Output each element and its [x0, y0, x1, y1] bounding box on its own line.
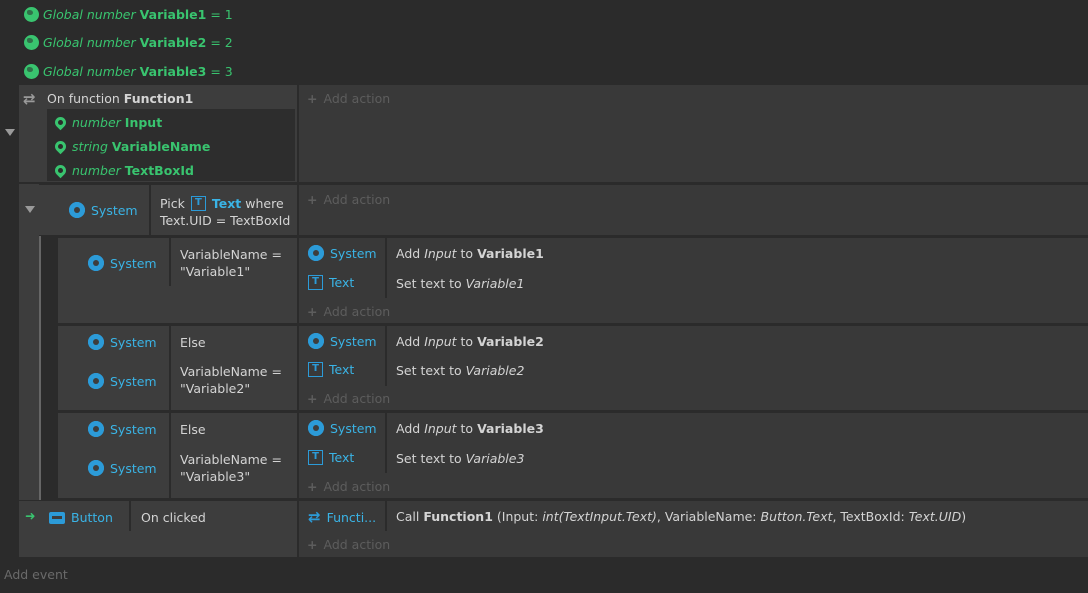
column-divider [169, 413, 171, 498]
action-system: System [308, 420, 377, 436]
collapse-arrow-icon[interactable] [5, 129, 15, 136]
column-divider [169, 326, 171, 410]
gear-icon [69, 202, 85, 218]
add-event-link[interactable]: Add event [4, 567, 68, 582]
text-object-icon: T [308, 450, 323, 465]
action-set-text[interactable]: Set text to Variable2 [396, 363, 524, 378]
button-object-icon [49, 511, 65, 524]
sub-event-1-actions: System Add Input to Variable1 T Text Set … [299, 238, 1088, 323]
action-set-text[interactable]: Set text to Variable1 [396, 276, 524, 291]
sub-event-1-conditions[interactable]: System VariableName = "Variable1" [58, 238, 297, 323]
text-object-icon: T [308, 275, 323, 290]
button-object: Button [49, 510, 113, 525]
text-object-icon: T [308, 362, 323, 377]
system-object: System [88, 421, 157, 437]
pick-event-conditions[interactable]: System Pick T Text where Text.UID = Text… [39, 185, 297, 235]
action-text: T Text [308, 362, 354, 377]
condition-else[interactable]: Else [180, 421, 206, 438]
function-event-actions: + Add action [299, 85, 1088, 182]
add-action-link[interactable]: + Add action [307, 537, 390, 552]
column-divider [385, 413, 387, 473]
collapse-arrow-icon[interactable] [25, 206, 35, 213]
add-action-link[interactable]: + Add action [307, 304, 390, 319]
condition-else[interactable]: Else [180, 334, 206, 351]
action-system: System [308, 333, 377, 349]
gear-icon [308, 333, 324, 349]
global-var-2[interactable]: Global number Variable2 = 2 [24, 33, 233, 51]
sub-event-3-conditions[interactable]: System Else System VariableName = "Varia… [58, 413, 297, 498]
sub-event-2-actions: System Add Input to Variable2 T Text Set … [299, 326, 1088, 410]
param-textboxid[interactable]: number TextBoxId [52, 162, 194, 178]
column-divider [149, 185, 151, 235]
sub-event-3-actions: System Add Input to Variable3 T Text Set … [299, 413, 1088, 498]
system-object: System [88, 255, 157, 271]
add-action-link[interactable]: + Add action [307, 91, 390, 106]
condition-variablename[interactable]: VariableName = "Variable1" [180, 246, 290, 280]
column-divider [385, 238, 387, 298]
condition-on-clicked[interactable]: On clicked [141, 509, 206, 526]
pick-event-actions: + Add action [299, 185, 1088, 235]
global-var-3[interactable]: Global number Variable3 = 3 [24, 62, 233, 80]
column-divider [385, 501, 387, 531]
globe-icon [24, 34, 39, 50]
param-input[interactable]: number Input [52, 114, 162, 130]
system-object: System [88, 334, 157, 350]
add-action-link[interactable]: + Add action [307, 479, 390, 494]
function-icon: ⇄ [23, 90, 36, 108]
action-add-variable[interactable]: Add Input to Variable3 [396, 421, 544, 436]
param-variablename[interactable]: string VariableName [52, 138, 210, 154]
pick-condition[interactable]: Pick T Text where Text.UID = TextBoxId [160, 195, 290, 229]
button-event-actions: ⇄ Functi... Call Function1 (Input: int(Te… [299, 501, 1088, 557]
gear-icon [88, 334, 104, 350]
gear-icon [88, 460, 104, 476]
add-action-link[interactable]: + Add action [307, 391, 390, 406]
gear-icon [88, 421, 104, 437]
trigger-arrow-icon: ➜ [25, 508, 36, 523]
condition-variablename[interactable]: VariableName = "Variable2" [180, 363, 290, 397]
action-add-variable[interactable]: Add Input to Variable2 [396, 334, 544, 349]
gear-icon [88, 255, 104, 271]
function-icon: ⇄ [308, 508, 321, 526]
gear-icon [308, 245, 324, 261]
text-object-icon: T [190, 196, 206, 211]
action-system: System [308, 245, 377, 261]
action-text: T Text [308, 275, 354, 290]
column-divider [169, 238, 171, 286]
function-params: number Input string VariableName number Tex… [47, 109, 295, 181]
action-set-text[interactable]: Set text to Variable3 [396, 451, 524, 466]
nesting-gutter [19, 184, 39, 500]
sub-event-2-conditions[interactable]: System Else System VariableName = "Varia… [58, 326, 297, 410]
function-header: On function Function1 [47, 90, 194, 106]
action-call-function[interactable]: Call Function1 (Input: int(TextInput.Tex… [396, 509, 966, 524]
column-divider [385, 326, 387, 386]
button-event-conditions[interactable]: ➜ Button On clicked [19, 501, 297, 557]
globe-icon [24, 63, 39, 79]
system-object: System [69, 202, 138, 218]
add-action-link[interactable]: + Add action [307, 192, 390, 207]
globe-icon [24, 6, 39, 22]
action-function: ⇄ Functi... [308, 508, 377, 526]
location-pin-icon [52, 162, 69, 178]
system-object: System [88, 373, 157, 389]
action-text: T Text [308, 450, 354, 465]
global-var-1[interactable]: Global number Variable1 = 1 [24, 5, 233, 23]
location-pin-icon [52, 114, 69, 130]
gear-icon [308, 420, 324, 436]
location-pin-icon [52, 138, 69, 154]
column-divider [129, 501, 131, 531]
action-add-variable[interactable]: Add Input to Variable1 [396, 246, 544, 261]
function-event-conditions[interactable]: ⇄ On function Function1 number Input strin… [19, 85, 297, 182]
nesting-line [39, 236, 41, 500]
gear-icon [88, 373, 104, 389]
system-object: System [88, 460, 157, 476]
condition-variablename[interactable]: VariableName = "Variable3" [180, 451, 290, 485]
